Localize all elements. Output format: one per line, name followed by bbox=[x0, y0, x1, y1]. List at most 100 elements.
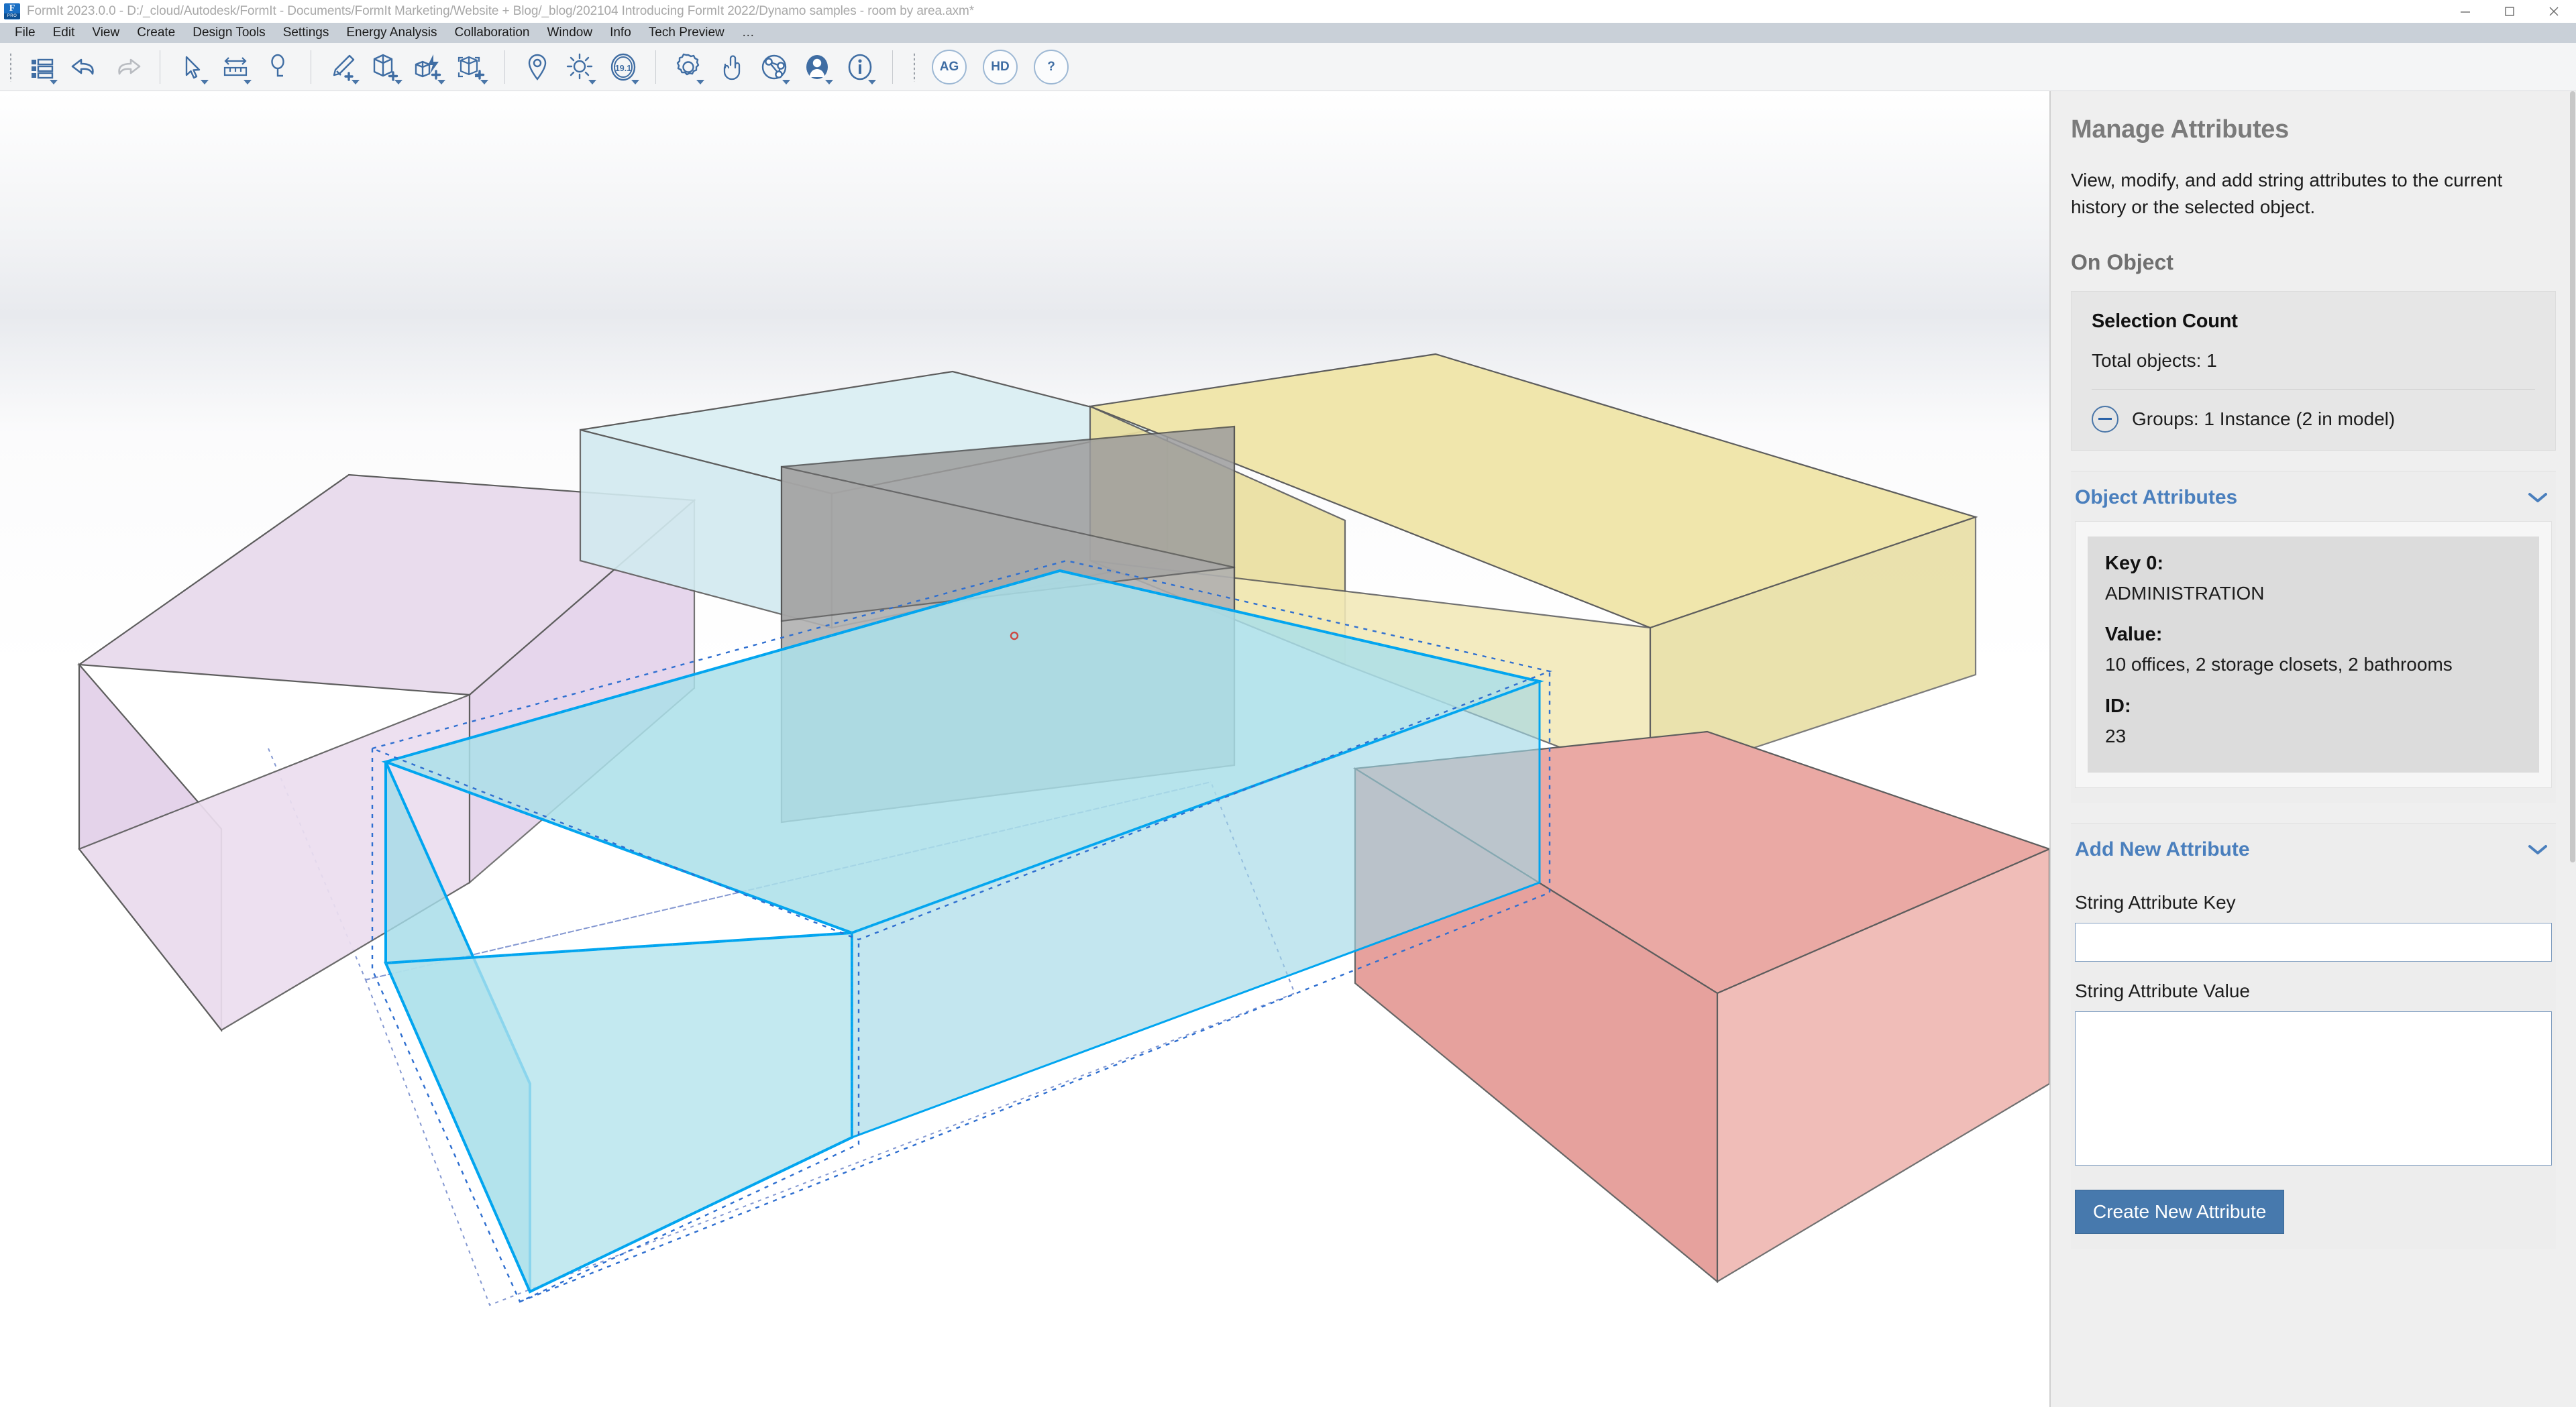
panel-scrollbar[interactable] bbox=[2569, 91, 2576, 1407]
app-logo-badge: PRO bbox=[4, 13, 20, 19]
chevron-down-icon[interactable] bbox=[868, 79, 876, 85]
app-logo-letter: F bbox=[9, 3, 15, 13]
create-new-attribute-button[interactable]: Create New Attribute bbox=[2075, 1189, 2285, 1234]
close-button[interactable] bbox=[2532, 0, 2576, 23]
window-title: FormIt 2023.0.0 - D:/_cloud/Autodesk/For… bbox=[27, 4, 975, 18]
menu-item-design-tools[interactable]: Design Tools bbox=[184, 23, 274, 43]
add-new-attribute-section: Add New Attribute String Attribute Key S… bbox=[2071, 822, 2556, 1249]
toolbar-group-history bbox=[20, 43, 149, 91]
attribute-key-label: Key 0: bbox=[2105, 552, 2164, 574]
add-new-attribute-heading: Add New Attribute bbox=[2075, 838, 2250, 860]
menu-item-file[interactable]: File bbox=[6, 23, 44, 43]
menu-item-tech-preview[interactable]: Tech Preview bbox=[640, 23, 733, 43]
user-account-icon[interactable] bbox=[800, 47, 834, 87]
toolbar-group-account bbox=[667, 43, 881, 91]
selection-count-card: Selection Count Total objects: 1 Groups:… bbox=[2071, 290, 2556, 451]
level-19-1-icon[interactable]: 19.1 bbox=[606, 47, 640, 87]
location-pin-icon[interactable] bbox=[521, 47, 554, 87]
attribute-key-value: ADMINISTRATION bbox=[2105, 582, 2265, 604]
selection-count-heading: Selection Count bbox=[2092, 310, 2238, 332]
chevron-down-icon[interactable] bbox=[352, 79, 360, 85]
info-icon[interactable] bbox=[843, 47, 877, 87]
chevron-down-icon[interactable] bbox=[696, 79, 704, 85]
measure-ruler-icon[interactable] bbox=[219, 47, 252, 87]
chevron-down-icon[interactable] bbox=[201, 79, 209, 85]
gear-settings-icon[interactable] bbox=[672, 47, 705, 87]
ag-badge-icon[interactable]: AG bbox=[932, 49, 967, 85]
object-attributes-section: Object Attributes Key 0: ADMINISTRATION … bbox=[2071, 470, 2556, 803]
sketch-spline-icon[interactable] bbox=[262, 47, 295, 87]
toolbar-group-select bbox=[171, 43, 300, 91]
chevron-down-icon[interactable] bbox=[394, 79, 402, 85]
chevron-down-icon[interactable] bbox=[480, 79, 488, 85]
string-attribute-key-input[interactable] bbox=[2075, 922, 2552, 962]
redo-icon[interactable] bbox=[111, 47, 144, 87]
attribute-id-label: ID: bbox=[2105, 695, 2131, 717]
chevron-down-icon[interactable] bbox=[2528, 492, 2548, 504]
panel-title: Manage Attributes bbox=[2071, 115, 2289, 144]
total-objects-value: Total objects: 1 bbox=[2092, 349, 2217, 371]
groups-value: Groups: 1 Instance (2 in model) bbox=[2132, 408, 2396, 429]
hd-badge-icon[interactable]: HD bbox=[983, 49, 1018, 85]
minimize-button[interactable] bbox=[2443, 0, 2487, 23]
layers-list-icon[interactable] bbox=[25, 47, 58, 87]
undo-icon[interactable] bbox=[68, 47, 101, 87]
add-new-attribute-body: String Attribute Key String Attribute Va… bbox=[2071, 892, 2556, 1249]
draw-pencil-add-icon[interactable] bbox=[327, 47, 360, 87]
menu-item-collaboration[interactable]: Collaboration bbox=[446, 23, 539, 43]
card-divider bbox=[2092, 388, 2535, 390]
toolbar-group-environment: 19.1 bbox=[516, 43, 645, 91]
object-attributes-body: Key 0: ADMINISTRATION Value: 10 offices,… bbox=[2071, 520, 2556, 803]
manage-attributes-panel: Manage Attributes View, modify, and add … bbox=[2049, 91, 2576, 1407]
toolbar-drag-grip[interactable] bbox=[9, 52, 12, 82]
add-new-attribute-header[interactable]: Add New Attribute bbox=[2071, 824, 2556, 873]
chevron-down-icon[interactable] bbox=[2528, 844, 2548, 856]
share-network-icon[interactable] bbox=[757, 47, 791, 87]
3d-model-viewport[interactable] bbox=[0, 91, 2049, 1407]
menu-item-edit[interactable]: Edit bbox=[44, 23, 84, 43]
toolbar-group-create bbox=[322, 43, 494, 91]
menu-item-create[interactable]: Create bbox=[128, 23, 184, 43]
groups-row[interactable]: Groups: 1 Instance (2 in model) bbox=[2092, 405, 2535, 433]
help-icon[interactable]: ? bbox=[1034, 49, 1069, 85]
group-add-icon[interactable] bbox=[455, 47, 489, 87]
attribute-list: Key 0: ADMINISTRATION Value: 10 offices,… bbox=[2075, 520, 2552, 788]
on-object-heading: On Object bbox=[2071, 249, 2174, 274]
object-attributes-header[interactable]: Object Attributes bbox=[2071, 471, 2556, 521]
chevron-down-icon[interactable] bbox=[631, 79, 639, 85]
toolbar-drag-grip-secondary[interactable] bbox=[913, 52, 916, 82]
object-attributes-heading: Object Attributes bbox=[2075, 486, 2238, 508]
string-attribute-value-label: String Attribute Value bbox=[2075, 980, 2250, 1001]
chevron-down-icon[interactable] bbox=[437, 79, 445, 85]
create-solid-add-icon[interactable] bbox=[370, 47, 403, 87]
chevron-down-icon[interactable] bbox=[50, 79, 58, 85]
menu-item-settings[interactable]: Settings bbox=[274, 23, 338, 43]
menu-item-energy-analysis[interactable]: Energy Analysis bbox=[337, 23, 445, 43]
menu-item-overflow[interactable]: … bbox=[733, 23, 765, 43]
formit-app-logo: F PRO bbox=[4, 3, 20, 19]
menu-item-info[interactable]: Info bbox=[601, 23, 640, 43]
chevron-down-icon[interactable] bbox=[825, 79, 833, 85]
chevron-down-icon[interactable] bbox=[244, 79, 252, 85]
menu-bar: File Edit View Create Design Tools Setti… bbox=[0, 23, 2576, 43]
chevron-down-icon[interactable] bbox=[588, 79, 596, 85]
attribute-item[interactable]: Key 0: ADMINISTRATION Value: 10 offices,… bbox=[2088, 536, 2539, 773]
toolbar-separator bbox=[655, 50, 656, 84]
string-attribute-value-input[interactable] bbox=[2075, 1011, 2552, 1166]
toolbar-separator bbox=[892, 50, 893, 84]
chevron-down-icon[interactable] bbox=[782, 79, 790, 85]
title-bar: F PRO FormIt 2023.0.0 - D:/_cloud/Autode… bbox=[0, 0, 2576, 23]
panel-scrollbar-thumb[interactable] bbox=[2570, 91, 2575, 862]
menu-item-window[interactable]: Window bbox=[539, 23, 602, 43]
select-cursor-icon[interactable] bbox=[176, 47, 209, 87]
sun-shadow-icon[interactable] bbox=[564, 47, 597, 87]
minus-circle-icon[interactable] bbox=[2092, 405, 2118, 433]
toolbar-separator bbox=[504, 50, 505, 84]
model-canvas[interactable] bbox=[0, 91, 2049, 1407]
panel-description: View, modify, and add string attributes … bbox=[2071, 170, 2503, 217]
hand-touch-icon[interactable] bbox=[714, 47, 748, 87]
maximize-button[interactable] bbox=[2487, 0, 2532, 23]
dynamo-bolt-add-icon[interactable] bbox=[413, 47, 446, 87]
attribute-value-label: Value: bbox=[2105, 624, 2163, 646]
menu-item-view[interactable]: View bbox=[83, 23, 128, 43]
